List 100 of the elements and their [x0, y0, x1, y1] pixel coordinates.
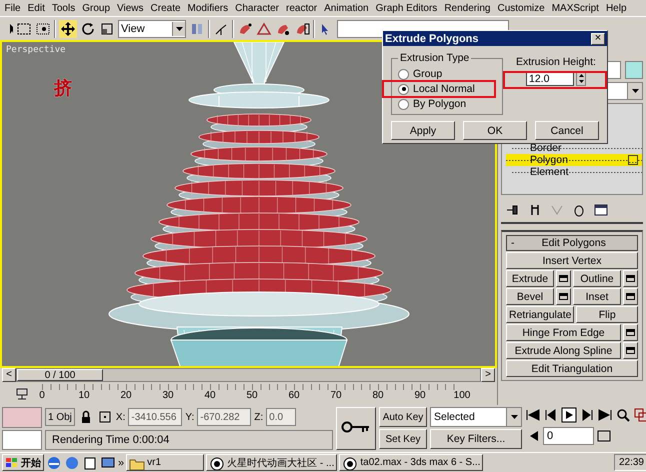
settings-button[interactable] [623, 288, 638, 305]
previous-frame-button[interactable]: < [2, 368, 16, 382]
view-dropdown[interactable]: View [118, 20, 186, 38]
menu-item[interactable]: Customize [494, 2, 548, 14]
play-icon[interactable] [561, 407, 577, 423]
app-icon[interactable] [209, 456, 226, 470]
command-button[interactable]: Extrude [506, 270, 554, 287]
taskbar-button[interactable]: vr1 [126, 454, 204, 471]
stack-item[interactable]: Element [512, 166, 642, 178]
time-config-icon[interactable] [596, 428, 612, 444]
coordinate-label: Y: [185, 412, 194, 422]
close-button[interactable]: × [591, 32, 605, 44]
key-mode-dropdown[interactable]: Selected [430, 407, 522, 427]
go-to-end-icon[interactable] [597, 407, 613, 423]
zoom-icon[interactable] [615, 407, 631, 423]
spinner-snap-icon[interactable] [294, 20, 310, 36]
browser-icon[interactable] [46, 454, 62, 470]
auto-key-button[interactable]: Auto Key [379, 407, 427, 427]
key-filters-button[interactable]: Key Filters... [430, 429, 522, 449]
collapse-sign[interactable]: - [511, 237, 514, 249]
command-button[interactable]: Retriangulate [506, 306, 574, 323]
command-button[interactable]: Bevel [506, 288, 554, 305]
app-icon[interactable] [342, 456, 358, 470]
frame-tick-label: 10 [78, 390, 90, 400]
current-frame-field[interactable]: 0 [543, 427, 594, 445]
menu-item[interactable]: Modifiers [184, 2, 232, 14]
rollout-header[interactable]: - Edit Polygons [506, 235, 638, 251]
command-button[interactable]: Extrude Along Spline [506, 342, 621, 359]
z-coordinate-field[interactable]: 0.0 [266, 408, 296, 426]
field-label: Extrusion Height: [516, 56, 596, 68]
command-button[interactable]: Insert Vertex [506, 252, 638, 269]
settings-button[interactable] [556, 288, 571, 305]
settings-button[interactable] [623, 324, 638, 341]
menu-item[interactable]: reactor [282, 2, 321, 14]
menu-item[interactable]: File [1, 2, 24, 14]
radio-label: By Polygon [413, 98, 466, 110]
angle-snap-icon[interactable] [256, 20, 272, 36]
absolute-mode-icon[interactable] [96, 409, 113, 425]
radio-option[interactable]: By Polygon [382, 95, 496, 113]
command-button[interactable]: Flip [576, 306, 638, 323]
command-button[interactable]: Outline [573, 270, 621, 287]
snap-icon[interactable] [237, 20, 253, 36]
stack-item[interactable]: Polygon [506, 154, 642, 166]
command-button[interactable]: Inset [573, 288, 621, 305]
set-key-button[interactable]: Set Key [379, 429, 427, 449]
menu-item[interactable]: Views [114, 2, 148, 14]
move-icon[interactable] [59, 20, 77, 38]
frame-tick-label: 80 [372, 390, 384, 400]
menu-item[interactable]: Character [232, 2, 283, 14]
set-key-button[interactable] [336, 407, 376, 450]
menu-item[interactable]: Group [78, 2, 114, 14]
x-coordinate-field[interactable]: -3410.556 [128, 408, 182, 426]
taskbar-button[interactable]: 火星时代动画大社区 - ... [206, 454, 338, 471]
frame-tick-label: 90 [414, 390, 426, 400]
trackbar-icon[interactable] [14, 386, 30, 402]
configure-sets-icon[interactable] [593, 202, 609, 218]
frame-tick-label: 70 [330, 390, 342, 400]
frame-tick-label: 20 [120, 390, 132, 400]
scale-icon[interactable] [99, 20, 115, 36]
rotate-icon[interactable] [80, 20, 96, 36]
menu-item[interactable]: Graph Editors [372, 2, 441, 14]
region-select-icon[interactable] [16, 20, 32, 36]
radio-button[interactable] [398, 84, 409, 94]
menu-item[interactable]: Help [602, 2, 630, 14]
radio-button[interactable] [398, 98, 409, 110]
taskbar-button[interactable]: ta02.max - 3ds max 6 - S... [339, 454, 484, 471]
dropdown-arrow-icon[interactable] [510, 415, 518, 419]
dialog-button[interactable]: Cancel [535, 121, 599, 140]
radio-option[interactable]: Group [382, 65, 496, 83]
menu-item[interactable]: Create [147, 2, 184, 14]
menu-item[interactable]: MAXScript [548, 2, 602, 14]
command-button[interactable]: Edit Triangulation [506, 360, 638, 377]
annotation-text: 挤 [54, 77, 72, 100]
dialog-button[interactable]: OK [463, 121, 527, 140]
go-to-start-icon[interactable] [525, 407, 541, 423]
start-button[interactable]: 开始 [2, 454, 44, 471]
radio-option[interactable]: Local Normal [382, 80, 496, 98]
settings-button[interactable] [556, 270, 571, 287]
dropdown-arrow-icon[interactable] [632, 89, 638, 93]
dialog-button[interactable]: Apply [391, 121, 455, 140]
object-color-swatch[interactable] [625, 61, 643, 79]
window-select-icon[interactable] [35, 20, 51, 36]
command-button[interactable]: Hinge From Edge [506, 324, 621, 341]
menu-item[interactable]: Animation [320, 2, 372, 14]
menu-item[interactable]: Rendering [440, 2, 494, 14]
next-frame-button[interactable]: > [481, 368, 495, 382]
menu-item[interactable]: Tools [48, 2, 79, 14]
group-label: Extrusion Type [399, 52, 470, 64]
frame-tick-label: 30 [162, 390, 174, 400]
settings-button[interactable] [623, 342, 638, 359]
frame-tick-label: 0 [39, 390, 45, 400]
zoom-all-icon[interactable] [633, 407, 646, 423]
dropdown-arrow-icon[interactable] [176, 26, 182, 30]
time-slider-thumb[interactable]: 0 / 100 [17, 369, 103, 381]
settings-button[interactable] [623, 270, 638, 287]
menu-item[interactable]: Edit [24, 2, 48, 14]
radio-button[interactable] [398, 68, 409, 80]
more-icons-button[interactable]: » [118, 456, 124, 468]
color-swatch [2, 430, 42, 450]
y-coordinate-field[interactable]: -670.282 [197, 408, 252, 426]
